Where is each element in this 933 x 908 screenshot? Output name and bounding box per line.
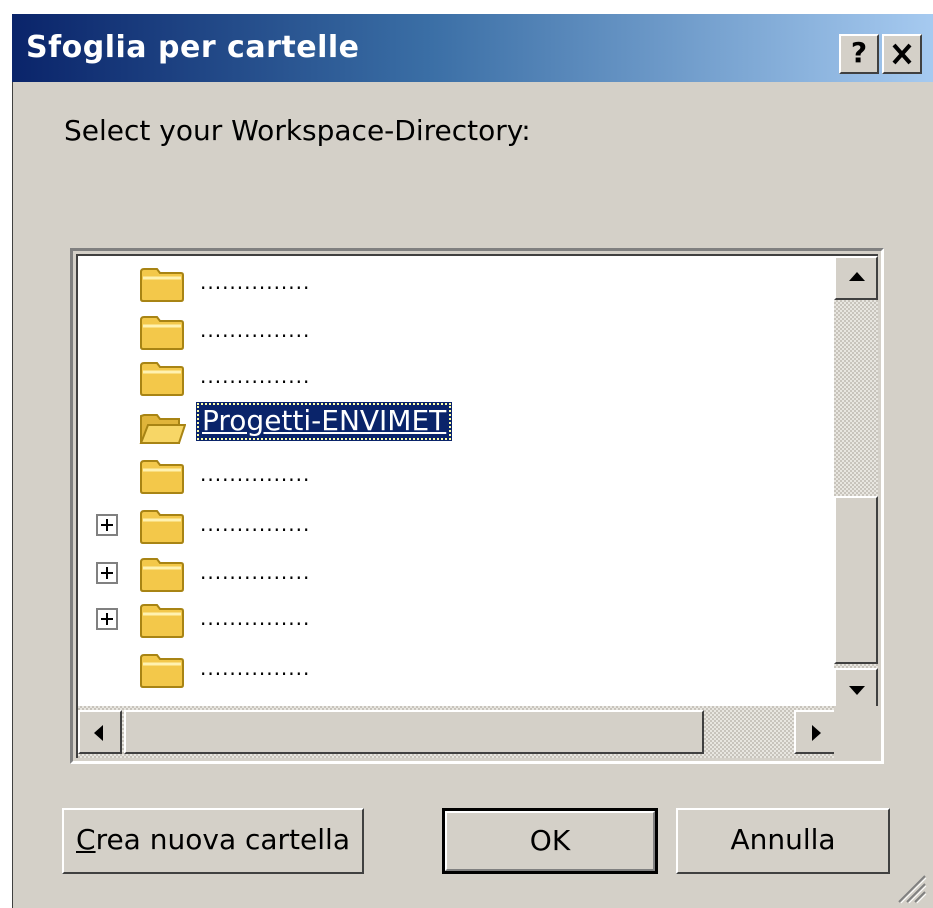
folder-icon	[140, 604, 184, 638]
arrow-right-icon	[812, 725, 821, 741]
scroll-thumb-horizontal[interactable]	[124, 710, 704, 754]
plus-expand-icon[interactable]	[96, 608, 118, 630]
plus-expand-icon[interactable]	[96, 562, 118, 584]
ok-button[interactable]: OK	[442, 808, 658, 874]
tree-item-label: ...............	[200, 560, 311, 584]
folder-icon	[140, 268, 184, 302]
dialog-title: Sfoglia per cartelle	[26, 30, 360, 65]
close-button[interactable]	[882, 34, 922, 74]
vertical-scrollbar[interactable]	[834, 256, 878, 712]
resize-grip-icon[interactable]	[893, 870, 927, 904]
folder-icon	[140, 558, 184, 592]
scroll-right-button[interactable]	[794, 710, 838, 754]
folder-icon	[140, 316, 184, 350]
folder-icon	[140, 654, 184, 688]
tree-item[interactable]: ...............	[78, 308, 818, 354]
plus-expand-icon[interactable]	[96, 514, 118, 536]
tree-item[interactable]: ...............	[78, 646, 818, 692]
folder-icon	[140, 460, 184, 494]
prompt-label: Select your Workspace-Directory:	[64, 114, 531, 147]
tree-item-label: ...............	[200, 270, 311, 294]
ok-label: OK	[529, 824, 571, 857]
tree-item-label: ...............	[200, 364, 311, 388]
cancel-label: Annulla	[730, 823, 836, 856]
title-bar[interactable]: Sfoglia per cartelle ?	[12, 14, 933, 82]
folder-tree[interactable]: ............... ............... ........…	[70, 248, 884, 764]
tree-item-label: ...............	[200, 656, 311, 680]
scroll-up-button[interactable]	[834, 256, 878, 300]
cancel-button[interactable]: Annulla	[676, 808, 890, 874]
arrow-left-icon	[94, 725, 103, 741]
new-folder-accelerator: C	[76, 823, 96, 856]
tree-item-label: ...............	[200, 512, 311, 536]
tree-item[interactable]: ...............	[78, 550, 818, 596]
tree-item[interactable]: ...............	[78, 452, 818, 498]
horizontal-scrollbar[interactable]	[78, 706, 838, 758]
folder-tree-viewport[interactable]: ............... ............... ........…	[76, 254, 878, 758]
new-folder-button[interactable]: Crea nuova cartella	[62, 808, 364, 874]
folder-icon	[140, 510, 184, 544]
tree-item-label: ...............	[200, 462, 311, 486]
tree-item-selected[interactable]: Progetti-ENVIMET	[78, 402, 818, 450]
tree-item-label: ...............	[200, 606, 311, 630]
tree-item[interactable]: ...............	[78, 502, 818, 548]
tree-item[interactable]: ...............	[78, 596, 818, 642]
close-icon	[892, 43, 912, 65]
open-folder-icon	[139, 414, 186, 444]
tree-item-label: ...............	[200, 318, 311, 342]
tree-item[interactable]: ...............	[78, 354, 818, 400]
scroll-thumb[interactable]	[834, 496, 878, 664]
scroll-left-button[interactable]	[78, 710, 122, 754]
arrow-up-icon	[849, 272, 865, 281]
scrollbar-corner	[834, 706, 878, 758]
tree-item-label: Progetti-ENVIMET	[196, 402, 453, 441]
folder-icon	[140, 362, 184, 396]
new-folder-label: rea nuova cartella	[95, 823, 350, 856]
arrow-down-icon	[849, 686, 865, 695]
help-button[interactable]: ?	[839, 34, 879, 74]
tree-item[interactable]: ...............	[78, 260, 818, 306]
